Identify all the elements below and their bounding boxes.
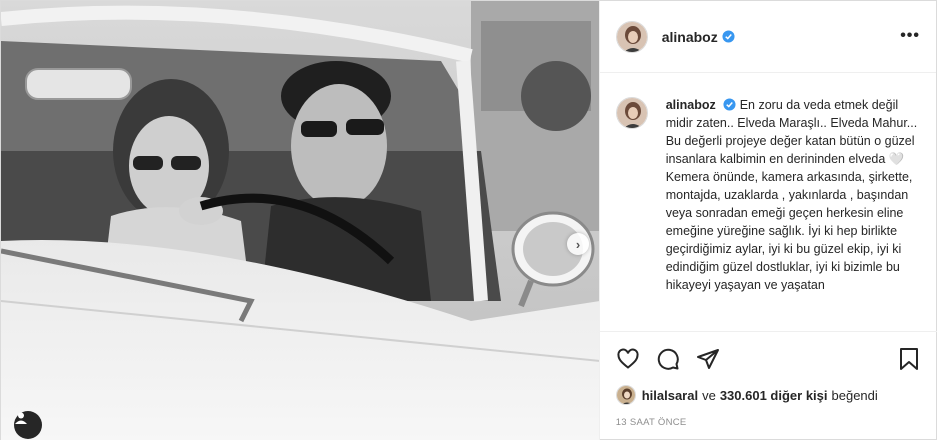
post-timestamp[interactable]: 13 SAAT ÖNCE [616, 417, 921, 428]
heart-icon[interactable] [616, 347, 640, 371]
caption-text: alinaboz En zoru da veda etmek değil mid… [666, 96, 921, 294]
verified-badge-icon [722, 30, 735, 43]
post-side-panel: alinaboz ••• alinaboz En zoru da veda et… [598, 1, 937, 440]
caption-comment: alinaboz En zoru da veda etmek değil mid… [615, 96, 921, 294]
likes-summary: hilalsaral ve 330.601 diğer kişi beğendi [615, 385, 921, 405]
liker-username-link[interactable]: hilalsaral [642, 388, 698, 403]
caption-username-link[interactable]: alinaboz [666, 98, 716, 112]
chevron-right-icon: › [575, 236, 581, 252]
black-white-car-photo [1, 1, 599, 440]
profile-photo [616, 21, 647, 52]
username-link[interactable]: alinaboz [662, 29, 718, 45]
caption-area: alinaboz En zoru da veda etmek değil mid… [600, 74, 937, 331]
caption-avatar[interactable] [615, 97, 648, 129]
other-likers-link[interactable]: 330.601 diğer kişi [720, 388, 828, 403]
bookmark-icon[interactable] [897, 347, 921, 371]
avatar[interactable] [615, 20, 648, 53]
next-photo-button[interactable]: › [567, 233, 589, 255]
user-tag-button[interactable] [14, 411, 42, 439]
comment-icon[interactable] [656, 347, 680, 371]
action-icons [616, 344, 921, 374]
post-actions: hilalsaral ve 330.601 diğer kişi beğendi… [599, 331, 937, 428]
caption-body: En zoru da veda etmek değil midir zaten.… [665, 98, 918, 292]
user-tag-icon [15, 412, 27, 424]
share-icon[interactable] [696, 347, 720, 371]
profile-photo [616, 98, 647, 128]
liker-photo [616, 386, 635, 404]
likes-suffix: beğendi [831, 387, 878, 403]
post-header: alinaboz ••• [599, 1, 936, 73]
liker-avatar[interactable] [615, 385, 636, 405]
instagram-post: › alinaboz ••• alinaboz En zoru da veda … [0, 0, 937, 440]
likes-connector: ve [702, 387, 716, 403]
verified-badge-icon [723, 98, 736, 111]
post-photo[interactable]: › [1, 1, 599, 440]
more-options-icon[interactable]: ••• [900, 27, 920, 45]
